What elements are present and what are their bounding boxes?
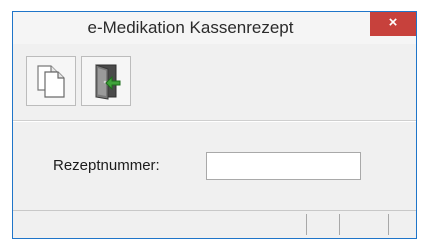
window-title: e-Medikation Kassenrezept (87, 18, 294, 37)
rezeptnummer-input[interactable] (206, 152, 361, 180)
rezeptnummer-label: Rezeptnummer: (53, 157, 160, 174)
title-bar: e-Medikation Kassenrezept × (13, 12, 416, 44)
status-panel-divider (339, 214, 340, 235)
exit-door-icon (95, 64, 121, 100)
status-bar (13, 210, 416, 238)
copy-documents-icon (37, 65, 65, 98)
close-button[interactable]: × (370, 12, 416, 36)
status-panel-divider (388, 214, 389, 235)
dialog-window: e-Medikation Kassenrezept × Rezeptnummer… (12, 11, 417, 239)
close-icon: × (388, 14, 398, 31)
status-panel-divider (306, 214, 307, 235)
toolbar (13, 44, 416, 120)
exit-button[interactable] (81, 56, 131, 106)
copy-button[interactable] (26, 56, 76, 106)
toolbar-divider-highlight (13, 121, 416, 122)
